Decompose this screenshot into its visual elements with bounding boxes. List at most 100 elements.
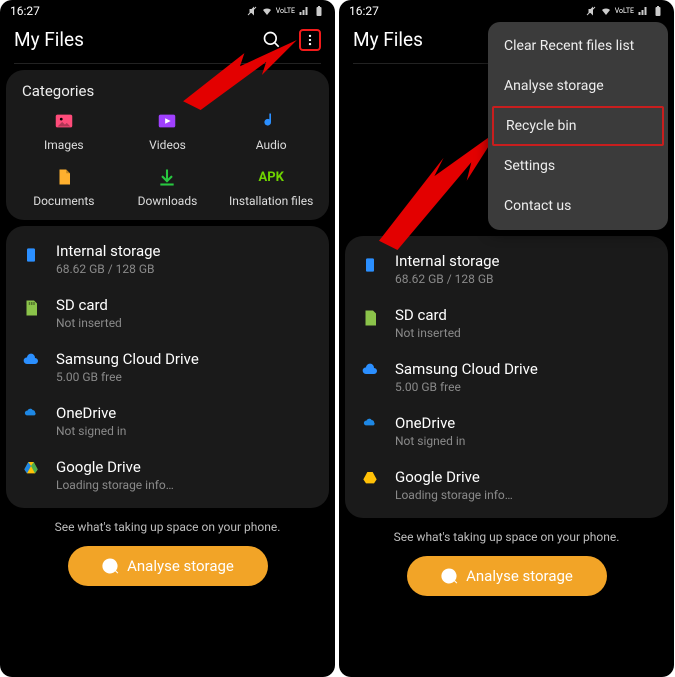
storage-sdcard[interactable]: SD card Not inserted <box>351 296 662 350</box>
status-time: 16:27 <box>349 4 379 18</box>
storage-title: Samsung Cloud Drive <box>56 350 199 368</box>
category-label: Documents <box>33 194 94 208</box>
lte-icon: VoLTE <box>276 8 295 15</box>
phone-icon <box>20 242 42 266</box>
wifi-icon <box>600 5 612 17</box>
storage-samsung-cloud[interactable]: Samsung Cloud Drive 5.00 GB free <box>12 340 323 394</box>
storage-title: Internal storage <box>395 252 500 270</box>
storage-samsung-cloud[interactable]: Samsung Cloud Drive 5.00 GB free <box>351 350 662 404</box>
image-icon <box>53 110 75 132</box>
analyse-storage-button[interactable]: Analyse storage <box>407 556 607 596</box>
menu-contact-us[interactable]: Contact us <box>488 186 668 226</box>
analyse-storage-button[interactable]: Analyse storage <box>68 546 268 586</box>
annotation-arrow <box>379 130 499 250</box>
signal-icon <box>637 5 649 17</box>
app-bar: My Files <box>0 20 335 57</box>
storage-title: SD card <box>395 306 461 324</box>
storage-card: Internal storage 68.62 GB / 128 GB SD car… <box>6 226 329 508</box>
more-button[interactable] <box>299 29 321 51</box>
storage-onedrive[interactable]: OneDrive Not signed in <box>12 394 323 448</box>
storage-title: Google Drive <box>395 468 513 486</box>
divider <box>14 63 321 64</box>
sdcard-icon <box>20 296 42 318</box>
storage-title: OneDrive <box>395 414 465 432</box>
onedrive-icon <box>20 404 42 420</box>
document-icon <box>53 166 75 188</box>
storage-internal[interactable]: Internal storage 68.62 GB / 128 GB <box>351 242 662 296</box>
category-videos[interactable]: Videos <box>116 110 220 152</box>
overflow-menu: Clear Recent files list Analyse storage … <box>488 22 668 230</box>
category-downloads[interactable]: Downloads <box>116 166 220 208</box>
phone-icon <box>359 252 381 276</box>
storage-title: SD card <box>56 296 122 314</box>
cloud-icon <box>359 360 381 378</box>
cloud-icon <box>20 350 42 368</box>
storage-internal[interactable]: Internal storage 68.62 GB / 128 GB <box>12 232 323 286</box>
battery-icon <box>313 5 325 17</box>
storage-google-drive[interactable]: Google Drive Loading storage info… <box>351 458 662 512</box>
video-icon <box>156 110 178 132</box>
storage-title: OneDrive <box>56 404 126 422</box>
analyse-label: Analyse storage <box>466 567 573 585</box>
analyse-label: Analyse storage <box>127 557 234 575</box>
storage-sub: Not signed in <box>395 434 465 448</box>
apk-icon: APK <box>260 166 282 188</box>
storage-card: Internal storage 68.62 GB / 128 GB SD car… <box>345 236 668 518</box>
sdcard-icon <box>359 306 381 328</box>
category-images[interactable]: Images <box>12 110 116 152</box>
search-button[interactable] <box>261 29 283 51</box>
mute-icon <box>246 5 258 17</box>
status-icons: VoLTE <box>246 5 325 17</box>
analyse-icon <box>101 557 119 575</box>
gdrive-icon <box>359 468 381 486</box>
storage-sub: Not inserted <box>395 326 461 340</box>
status-icons: VoLTE <box>585 5 664 17</box>
page-title: My Files <box>14 28 84 51</box>
category-documents[interactable]: Documents <box>12 166 116 208</box>
storage-google-drive[interactable]: Google Drive Loading storage info… <box>12 448 323 502</box>
audio-icon <box>260 110 282 132</box>
more-vert-icon <box>303 32 317 48</box>
menu-settings[interactable]: Settings <box>488 146 668 186</box>
storage-sub: 68.62 GB / 128 GB <box>56 262 161 276</box>
categories-card: Categories Images Videos Audio Documents… <box>6 70 329 220</box>
lte-icon: VoLTE <box>615 8 634 15</box>
storage-title: Internal storage <box>56 242 161 260</box>
status-bar: 16:27 VoLTE <box>339 0 674 20</box>
menu-analyse-storage[interactable]: Analyse storage <box>488 66 668 106</box>
menu-clear-recent[interactable]: Clear Recent files list <box>488 26 668 66</box>
category-audio[interactable]: Audio <box>219 110 323 152</box>
gdrive-icon <box>20 458 42 476</box>
category-apk[interactable]: APK Installation files <box>219 166 323 208</box>
battery-icon <box>652 5 664 17</box>
wifi-icon <box>261 5 273 17</box>
category-label: Downloads <box>138 194 198 208</box>
signal-icon <box>298 5 310 17</box>
download-icon <box>156 166 178 188</box>
screenshot-left: 16:27 VoLTE My Files Categories Images <box>0 0 335 677</box>
mute-icon <box>585 5 597 17</box>
category-label: Audio <box>256 138 287 152</box>
categories-title: Categories <box>12 80 323 110</box>
storage-sub: Not signed in <box>56 424 126 438</box>
footer-hint: See what's taking up space on your phone… <box>339 530 674 544</box>
onedrive-icon <box>359 414 381 430</box>
storage-title: Google Drive <box>56 458 174 476</box>
status-bar: 16:27 VoLTE <box>0 0 335 20</box>
storage-sdcard[interactable]: SD card Not inserted <box>12 286 323 340</box>
analyse-icon <box>440 567 458 585</box>
storage-sub: 68.62 GB / 128 GB <box>395 272 500 286</box>
storage-onedrive[interactable]: OneDrive Not signed in <box>351 404 662 458</box>
footer-hint: See what's taking up space on your phone… <box>0 520 335 534</box>
category-label: Videos <box>149 138 186 152</box>
storage-sub: Loading storage info… <box>56 478 174 492</box>
category-label: Images <box>44 138 84 152</box>
storage-title: Samsung Cloud Drive <box>395 360 538 378</box>
menu-recycle-bin[interactable]: Recycle bin <box>492 106 664 146</box>
storage-sub: 5.00 GB free <box>395 380 538 394</box>
storage-sub: 5.00 GB free <box>56 370 199 384</box>
storage-sub: Not inserted <box>56 316 122 330</box>
storage-sub: Loading storage info… <box>395 488 513 502</box>
status-time: 16:27 <box>10 4 40 18</box>
screenshot-right: 16:27 VoLTE My Files Internal storage68.… <box>339 0 674 677</box>
